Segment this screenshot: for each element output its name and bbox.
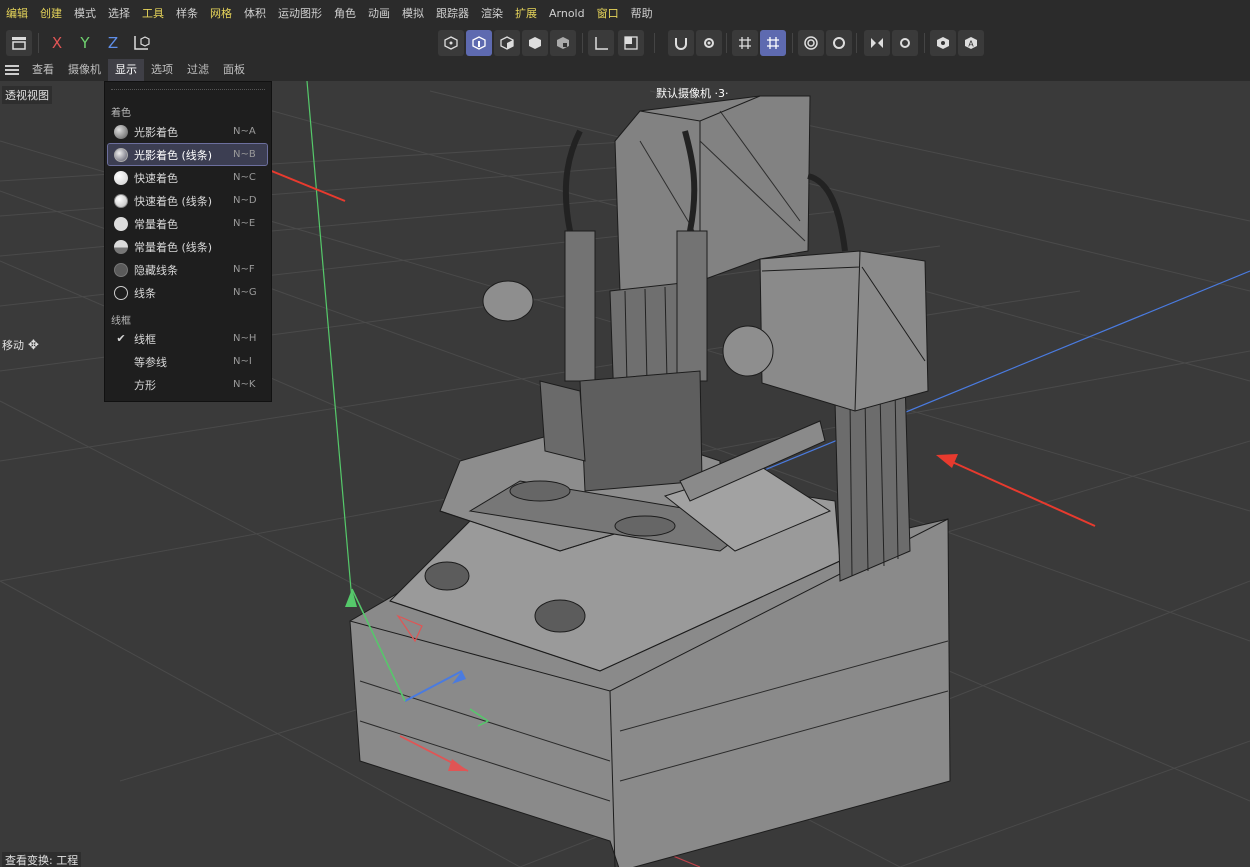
menu-edit[interactable]: 编辑 xyxy=(0,0,34,27)
gouraud-shading-lines-icon xyxy=(114,147,128,162)
render-settings-gear-icon[interactable] xyxy=(826,30,852,56)
toolbar-divider xyxy=(582,33,583,53)
move-tool-hud: 移动 ✥ xyxy=(2,337,39,353)
lock-x-button[interactable]: X xyxy=(44,30,70,56)
menu-item-gouraud-shading-lines[interactable]: 光影着色 (线条) N~B xyxy=(107,143,268,166)
menu-mode[interactable]: 模式 xyxy=(68,0,102,27)
display-dropdown-menu: 着色 光影着色 N~A 光影着色 (线条) N~B 快速着色 N~C 快速着色 … xyxy=(104,81,272,402)
menu-item-constant-shading-lines[interactable]: 常量着色 (线条) xyxy=(108,236,267,257)
menu-animate[interactable]: 动画 xyxy=(362,0,396,27)
workplane-snap-icon[interactable] xyxy=(760,30,786,56)
arnold-icon[interactable]: A xyxy=(958,30,984,56)
layout-toggle-icon[interactable] xyxy=(6,30,32,56)
menu-volume[interactable]: 体积 xyxy=(238,0,272,27)
menu-render[interactable]: 渲染 xyxy=(475,0,509,27)
snap-magnet-icon[interactable] xyxy=(668,30,694,56)
axis-mode-icon[interactable] xyxy=(588,30,614,56)
menu-tracker[interactable]: 跟踪器 xyxy=(430,0,475,27)
edges-mode-icon[interactable] xyxy=(466,30,492,56)
main-menu-bar: 编辑 创建 模式 选择 工具 样条 网格 体积 运动图形 角色 动画 模拟 跟踪… xyxy=(0,0,1250,27)
symmetry-settings-gear-icon[interactable] xyxy=(892,30,918,56)
menu-item-hidden-line[interactable]: 隐藏线条 N~F xyxy=(108,259,267,280)
viewport-name-label[interactable]: 透视视图 xyxy=(2,86,52,104)
menu-select[interactable]: 选择 xyxy=(102,0,136,27)
machine-model[interactable] xyxy=(349,95,951,867)
menu-mesh[interactable]: 网格 xyxy=(204,0,238,27)
model-mode-icon[interactable] xyxy=(522,30,548,56)
viewport-menu-cameras[interactable]: 摄像机 xyxy=(61,59,108,81)
points-mode-icon[interactable] xyxy=(438,30,464,56)
snap-settings-gear-icon[interactable] xyxy=(696,30,722,56)
viewport-menu-panel[interactable]: 面板 xyxy=(216,59,252,81)
menu-item-isoparms[interactable]: 等参线 N~I xyxy=(108,351,267,372)
toolbar-divider xyxy=(38,33,39,53)
menu-item-box[interactable]: 方形 N~K xyxy=(108,374,267,395)
viewport-menu-filter[interactable]: 过滤 xyxy=(180,59,216,81)
gouraud-shading-icon xyxy=(114,124,128,139)
menu-mograph[interactable]: 运动图形 xyxy=(272,0,328,27)
section-wireframe-label: 线框 xyxy=(111,316,131,327)
menu-tearoff-grip[interactable] xyxy=(111,89,265,92)
lines-icon xyxy=(114,285,128,300)
menu-item-constant-shading[interactable]: 常量着色 N~E xyxy=(108,213,267,234)
render-view-icon[interactable] xyxy=(798,30,824,56)
menu-arnold[interactable]: Arnold xyxy=(543,0,591,27)
menu-extensions[interactable]: 扩展 xyxy=(509,0,543,27)
menu-item-quick-shading[interactable]: 快速着色 N~C xyxy=(108,167,267,188)
menu-item-gouraud-shading[interactable]: 光影着色 N~A xyxy=(108,121,267,142)
camera-label[interactable]: 默认摄像机 ·3· xyxy=(656,85,729,101)
texture-mode-icon[interactable] xyxy=(550,30,576,56)
section-shading-label: 着色 xyxy=(111,108,131,119)
menu-spline[interactable]: 样条 xyxy=(170,0,204,27)
viewport-menu-display[interactable]: 显示 xyxy=(108,59,144,81)
hidden-line-icon xyxy=(114,262,128,277)
view-transform-status: 查看变换: 工程 xyxy=(2,852,82,867)
menu-tools[interactable]: 工具 xyxy=(136,0,170,27)
coordinate-system-icon[interactable] xyxy=(128,30,154,56)
main-toolbar: X Y Z A xyxy=(0,27,1250,60)
solo-mode-icon[interactable] xyxy=(618,30,644,56)
toolbar-divider xyxy=(856,33,857,53)
viewport-hamburger-icon[interactable] xyxy=(5,65,19,75)
svg-text:A: A xyxy=(968,40,974,49)
constant-shading-lines-icon xyxy=(114,239,128,254)
viewport-menu-view[interactable]: 查看 xyxy=(25,59,61,81)
menu-character[interactable]: 角色 xyxy=(328,0,362,27)
toolbar-divider xyxy=(924,33,925,53)
lock-z-button[interactable]: Z xyxy=(100,30,126,56)
menu-item-quick-shading-lines[interactable]: 快速着色 (线条) N~D xyxy=(108,190,267,211)
workplane-grid-icon[interactable] xyxy=(732,30,758,56)
quick-shading-icon xyxy=(114,170,128,185)
menu-window[interactable]: 窗口 xyxy=(591,0,625,27)
menu-item-lines[interactable]: 线条 N~G xyxy=(108,282,267,303)
move-tool-label: 移动 xyxy=(2,339,24,352)
toolbar-divider xyxy=(654,33,655,53)
menu-simulate[interactable]: 模拟 xyxy=(396,0,430,27)
menu-create[interactable]: 创建 xyxy=(34,0,68,27)
viewport-menu-options[interactable]: 选项 xyxy=(144,59,180,81)
toolbar-divider xyxy=(792,33,793,53)
menu-item-wireframe[interactable]: ✔ 线框 N~H xyxy=(108,328,267,349)
constant-shading-icon xyxy=(114,216,128,231)
viewport-menu-bar: 查看 摄像机 显示 选项 过滤 面板 xyxy=(0,59,1250,81)
move-cross-icon: ✥ xyxy=(28,337,39,353)
checkmark-icon: ✔ xyxy=(116,332,126,345)
toolbar-divider xyxy=(726,33,727,53)
menu-help[interactable]: 帮助 xyxy=(625,0,659,27)
mirror-symmetry-icon[interactable] xyxy=(864,30,890,56)
viewport-visibility-eye-icon[interactable] xyxy=(930,30,956,56)
quick-shading-lines-icon xyxy=(114,193,128,208)
polygons-mode-icon[interactable] xyxy=(494,30,520,56)
lock-y-button[interactable]: Y xyxy=(72,30,98,56)
